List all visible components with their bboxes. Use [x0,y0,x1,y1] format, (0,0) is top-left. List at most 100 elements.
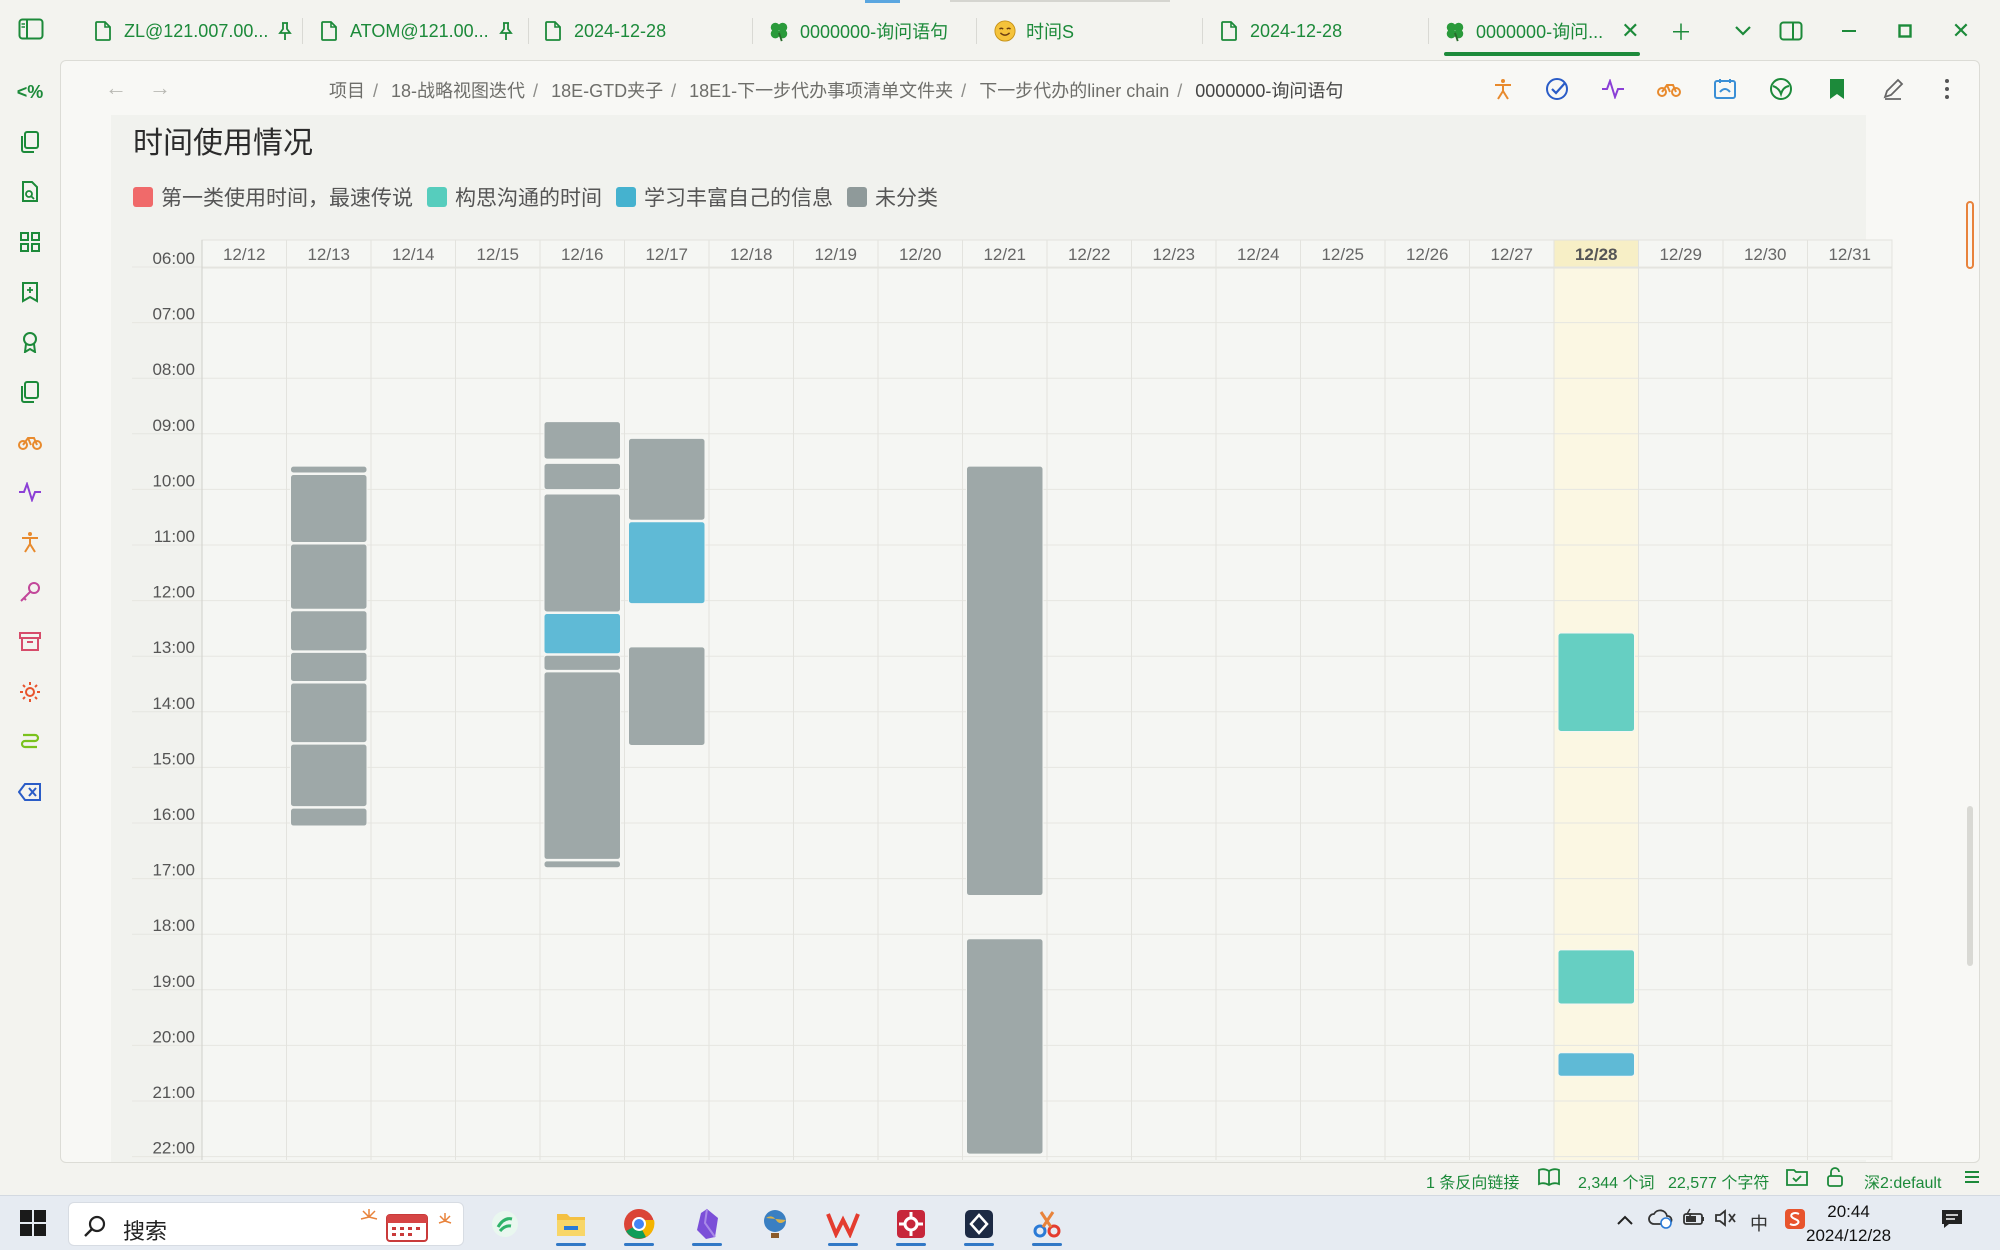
notification-icon[interactable] [1940,1208,1964,1235]
bookmark-icon[interactable] [1823,75,1851,103]
sogou-input-icon[interactable] [1784,1208,1806,1235]
reading-book-icon[interactable] [1538,1167,1560,1192]
tab-separator [752,18,753,44]
windows-start-icon[interactable] [20,1210,46,1236]
globe-leaf-icon[interactable] [1767,75,1795,103]
check-circle-icon[interactable] [1543,75,1571,103]
note-panel: ← → 项目/ 18-战略视图迭代/ 18E-GTD夹子/ 18E1-下一步代办… [60,60,1980,1163]
theme-indicator[interactable]: 深2:default [1864,1169,1941,1193]
delete-input-icon[interactable] [16,778,44,806]
xmind-icon[interactable] [888,1202,934,1246]
award-icon[interactable] [16,328,44,356]
scrollbar-track[interactable] [1967,806,1973,966]
accessibility-icon[interactable] [16,528,44,556]
wps-office-icon[interactable] [820,1202,866,1246]
dashboard-icon[interactable] [16,228,44,256]
legend-item[interactable]: 学习丰富自己的信息 [616,182,833,212]
tab-1[interactable]: ZL@121.007.00... [92,10,294,52]
left-sidebar-toggle-icon[interactable] [18,18,44,40]
tab-7-active[interactable]: 0000000-询问... ✕ [1444,10,1640,56]
tab-3[interactable]: 2024-12-28 [542,10,666,52]
legend-swatch [133,187,153,207]
speaker-muted-icon[interactable] [1714,1208,1738,1233]
taskbar-clock[interactable]: 20:44 2024/12/28 [1806,1200,1891,1248]
minimize-icon[interactable] [1834,16,1864,46]
file-search-icon[interactable] [16,178,44,206]
search-icon [83,1214,107,1243]
legend-swatch [427,187,447,207]
obsidian-icon[interactable] [684,1202,730,1246]
tab-6[interactable]: 2024-12-28 [1218,10,1342,52]
chevron-up-icon[interactable] [1616,1210,1634,1231]
templater-icon[interactable]: <% [16,78,44,106]
dark-app-icon[interactable] [956,1202,1002,1246]
taskbar-search[interactable]: 搜索 [68,1202,464,1246]
activity-icon[interactable] [16,478,44,506]
breadcrumb-item[interactable]: 18-战略视图迭代 [391,81,525,101]
key-icon[interactable] [16,578,44,606]
close-window-icon[interactable]: ✕ [1946,16,1976,46]
accessibility-icon[interactable] [1489,75,1517,103]
active-indicator [828,1243,858,1246]
more-options-icon[interactable] [1933,75,1961,103]
lock-icon[interactable] [1826,1166,1844,1193]
new-tab-icon[interactable]: ＋ [1666,16,1696,46]
calendar-sync-icon[interactable] [1711,75,1739,103]
legend-item[interactable]: 未分类 [847,182,938,212]
activity-icon[interactable] [1599,75,1627,103]
tab-2[interactable]: ATOM@121.00... [318,10,515,52]
scrollbar[interactable] [1963,61,1979,1162]
breadcrumb: 项目/ 18-战略视图迭代/ 18E-GTD夹子/ 18E1-下一步代办事项清单… [329,81,1344,101]
tab-4[interactable]: 0000000-询问语句 [768,10,948,52]
ime-indicator[interactable]: 中 [1750,1210,1768,1236]
breadcrumb-item[interactable]: 项目 [329,81,365,101]
active-indicator [624,1243,654,1246]
pin-icon[interactable] [276,21,294,41]
close-tab-icon[interactable]: ✕ [1621,18,1639,44]
tab-5[interactable]: 时间S [994,10,1074,52]
legend-item[interactable]: 第一类使用时间，最速传说 [133,182,413,212]
breadcrumb-current[interactable]: 0000000-询问语句 [1195,81,1343,101]
maximize-icon[interactable] [1890,16,1920,46]
right-sidebar-toggle-icon[interactable] [1776,16,1806,46]
battery-icon[interactable] [1682,1208,1706,1233]
char-count: 22,577 个字符 [1668,1175,1770,1192]
chevron-down-icon[interactable] [1728,16,1758,46]
smile-face-icon [994,20,1016,42]
calendar-fireworks-icon [357,1207,457,1248]
tab-label: ATOM@121.00... [350,20,489,41]
bookmark-plus-icon[interactable] [16,278,44,306]
backlinks-count[interactable]: 1 条反向链接 [1426,1169,1519,1193]
tab-label: 0000000-询问语句 [800,22,949,42]
route-icon[interactable] [16,728,44,756]
active-indicator [556,1243,586,1246]
archive-icon[interactable] [16,628,44,656]
breadcrumb-item[interactable]: 18E-GTD夹子 [551,81,663,101]
file-explorer-icon[interactable] [548,1202,594,1246]
scrollbar-thumb[interactable] [1966,201,1974,269]
snipping-tool-icon[interactable] [1024,1202,1070,1246]
file-icon [1218,20,1240,42]
legend-item[interactable]: 构思沟通的时间 [427,182,602,212]
duplicate-icon[interactable] [16,378,44,406]
breadcrumb-item[interactable]: 18E1-下一步代办事项清单文件夹 [689,81,953,101]
breadcrumb-item[interactable]: 下一步代办的liner chain [979,81,1169,101]
chrome-icon[interactable] [616,1202,662,1246]
bike-icon[interactable] [1655,75,1683,103]
sun-icon[interactable] [16,678,44,706]
back-arrow-icon[interactable]: ← [105,75,127,101]
flomo-app-icon[interactable] [482,1202,528,1246]
cloud-sync-icon[interactable] [1648,1206,1674,1235]
forward-arrow-icon[interactable]: → [149,75,171,101]
layers-icon[interactable] [1962,1167,1982,1192]
view-header: ← → 项目/ 18-战略视图迭代/ 18E-GTD夹子/ 18E1-下一步代办… [61,61,1979,115]
globe-app-icon[interactable] [752,1202,798,1246]
copy-files-icon[interactable] [16,128,44,156]
folder-check-icon[interactable] [1786,1167,1808,1192]
active-indicator [896,1243,926,1246]
legend-swatch [847,187,867,207]
pin-icon[interactable] [497,21,515,41]
bike-icon[interactable] [16,428,44,456]
edit-pencil-icon[interactable] [1879,75,1907,103]
word-count: 2,344 个词 [1578,1175,1655,1192]
